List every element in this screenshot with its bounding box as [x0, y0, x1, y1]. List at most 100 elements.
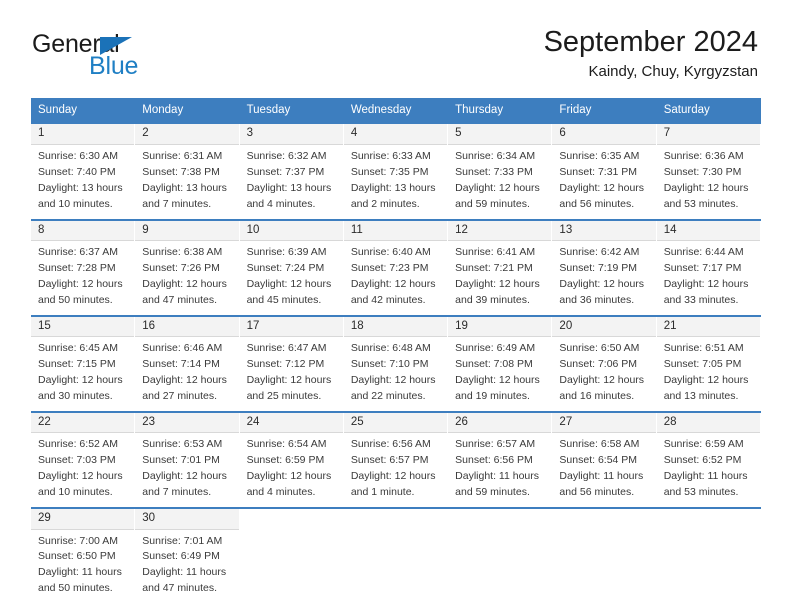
day-cell[interactable]: 2 Sunrise: 6:31 AM Sunset: 7:38 PM Daylight…: [135, 124, 240, 219]
day-details: Sunrise: 6:38 AM Sunset: 7:26 PM Daylight:…: [135, 241, 238, 315]
sunrise-text: Sunrise: 6:46 AM: [142, 342, 223, 355]
day-cell[interactable]: 9 Sunrise: 6:38 AM Sunset: 7:26 PM Daylight…: [135, 220, 240, 315]
day-cell[interactable]: 14 Sunrise: 6:44 AM Sunset: 7:17 PM Dayligh…: [656, 220, 761, 315]
sunset-text: Sunset: 7:26 PM: [142, 261, 220, 274]
weekday-header-wednesday: Wednesday: [350, 104, 412, 116]
sunset-text: Sunset: 6:49 PM: [142, 550, 220, 563]
calendar-grid: Sunday Monday Tuesday Wednesday Thursday…: [31, 98, 761, 604]
day-cell[interactable]: 26 Sunrise: 6:57 AM Sunset: 6:56 PM Dayligh…: [448, 412, 553, 508]
daylight-text: Daylight: 12 hours and 10 minutes.: [38, 470, 123, 499]
sunrise-text: Sunrise: 6:34 AM: [455, 149, 536, 162]
week-row: 15 Sunrise: 6:45 AM Sunset: 7:15 PM Dayligh…: [31, 314, 761, 411]
daylight-text: Daylight: 11 hours and 56 minutes.: [559, 470, 644, 499]
day-cell[interactable]: 17 Sunrise: 6:47 AM Sunset: 7:12 PM Dayligh…: [239, 316, 344, 411]
day-cell[interactable]: 28 Sunrise: 6:59 AM Sunset: 6:52 PM Dayligh…: [656, 412, 761, 508]
sunrise-text: Sunrise: 6:45 AM: [38, 342, 118, 355]
week-row: 29 Sunrise: 7:00 AM Sunset: 6:50 PM Dayligh…: [31, 507, 761, 604]
day-cell-empty: [239, 509, 344, 604]
day-details: Sunrise: 7:01 AM Sunset: 6:49 PM Daylight:…: [135, 530, 238, 604]
day-number: 13: [552, 220, 656, 241]
sunset-text: Sunset: 7:35 PM: [350, 165, 429, 178]
day-number: 28: [656, 412, 760, 434]
day-number: [239, 509, 343, 526]
day-cell[interactable]: 16 Sunrise: 6:46 AM Sunset: 7:14 PM Dayligh…: [135, 316, 240, 411]
day-cell[interactable]: 6 Sunrise: 6:35 AM Sunset: 7:31 PM Daylight…: [552, 124, 657, 219]
week-row: 1 Sunrise: 6:30 AM Sunset: 7:40 PM Daylight…: [31, 122, 761, 219]
day-cell[interactable]: 12 Sunrise: 6:41 AM Sunset: 7:21 PM Dayligh…: [448, 220, 553, 315]
sunset-text: Sunset: 7:28 PM: [38, 261, 116, 274]
day-cell-empty: [343, 509, 449, 604]
daylight-text: Daylight: 12 hours and 42 minutes.: [350, 277, 436, 306]
sunset-text: Sunset: 7:10 PM: [350, 358, 429, 371]
day-number: 26: [448, 412, 552, 434]
day-cell[interactable]: 18 Sunrise: 6:48 AM Sunset: 7:10 PM Dayligh…: [343, 316, 449, 411]
sunrise-text: Sunrise: 6:37 AM: [38, 245, 118, 258]
daylight-text: Daylight: 11 hours and 53 minutes.: [663, 470, 748, 499]
sunrise-text: Sunrise: 6:51 AM: [663, 342, 744, 355]
day-number: [552, 509, 656, 526]
daylight-text: Daylight: 13 hours and 7 minutes.: [142, 181, 227, 210]
sunrise-text: Sunrise: 6:53 AM: [142, 438, 223, 451]
day-details: Sunrise: 6:48 AM Sunset: 7:10 PM Daylight:…: [344, 337, 447, 411]
day-cell[interactable]: 23 Sunrise: 6:53 AM Sunset: 7:01 PM Dayligh…: [135, 412, 240, 508]
general-blue-logo[interactable]: General Blue: [32, 26, 222, 82]
daylight-text: Daylight: 12 hours and 1 minute.: [350, 470, 436, 499]
sunrise-text: Sunrise: 6:35 AM: [559, 149, 640, 162]
day-number: [448, 509, 552, 526]
day-cell[interactable]: 3 Sunrise: 6:32 AM Sunset: 7:37 PM Daylight…: [239, 124, 344, 219]
sunrise-text: Sunrise: 6:49 AM: [455, 342, 536, 355]
sunrise-text: Sunrise: 6:31 AM: [142, 149, 223, 162]
sunrise-text: Sunrise: 6:52 AM: [38, 438, 118, 451]
day-cell[interactable]: 22 Sunrise: 6:52 AM Sunset: 7:03 PM Dayligh…: [31, 412, 136, 508]
sunrise-text: Sunrise: 7:01 AM: [142, 534, 223, 547]
day-cell[interactable]: 30 Sunrise: 7:01 AM Sunset: 6:49 PM Dayligh…: [135, 509, 240, 604]
sunset-text: Sunset: 6:52 PM: [663, 454, 742, 467]
day-cell[interactable]: 24 Sunrise: 6:54 AM Sunset: 6:59 PM Dayligh…: [239, 412, 344, 508]
day-cell[interactable]: 20 Sunrise: 6:50 AM Sunset: 7:06 PM Dayligh…: [552, 316, 657, 411]
day-number: 8: [31, 220, 135, 241]
day-cell[interactable]: 15 Sunrise: 6:45 AM Sunset: 7:15 PM Dayligh…: [31, 316, 136, 411]
sunrise-text: Sunrise: 6:59 AM: [663, 438, 744, 451]
sunrise-text: Sunrise: 6:40 AM: [350, 245, 431, 258]
day-details: [552, 525, 655, 535]
day-number: [656, 509, 760, 526]
day-number: 7: [656, 124, 760, 145]
day-number: 5: [448, 124, 552, 145]
sunset-text: Sunset: 7:23 PM: [350, 261, 429, 274]
day-cell[interactable]: 21 Sunrise: 6:51 AM Sunset: 7:05 PM Dayligh…: [656, 316, 761, 411]
day-cell[interactable]: 19 Sunrise: 6:49 AM Sunset: 7:08 PM Dayligh…: [448, 316, 553, 411]
sunset-text: Sunset: 7:08 PM: [455, 358, 533, 371]
day-cell[interactable]: 11 Sunrise: 6:40 AM Sunset: 7:23 PM Dayligh…: [343, 220, 449, 315]
sunset-text: Sunset: 6:56 PM: [455, 454, 533, 467]
daylight-text: Daylight: 13 hours and 2 minutes.: [350, 181, 436, 210]
day-cell[interactable]: 27 Sunrise: 6:58 AM Sunset: 6:54 PM Dayligh…: [552, 412, 657, 508]
day-details: [344, 525, 447, 535]
day-cell[interactable]: 13 Sunrise: 6:42 AM Sunset: 7:19 PM Dayligh…: [552, 220, 657, 315]
sunset-text: Sunset: 7:33 PM: [455, 165, 533, 178]
day-cell[interactable]: 10 Sunrise: 6:39 AM Sunset: 7:24 PM Dayligh…: [239, 220, 344, 315]
day-details: Sunrise: 6:37 AM Sunset: 7:28 PM Daylight:…: [31, 241, 134, 315]
day-cell[interactable]: 1 Sunrise: 6:30 AM Sunset: 7:40 PM Daylight…: [31, 124, 136, 219]
sunrise-text: Sunrise: 6:41 AM: [455, 245, 536, 258]
sunset-text: Sunset: 7:38 PM: [142, 165, 220, 178]
day-details: Sunrise: 6:35 AM Sunset: 7:31 PM Daylight:…: [552, 145, 655, 219]
day-number: 14: [656, 220, 760, 241]
day-details: Sunrise: 6:53 AM Sunset: 7:01 PM Daylight:…: [135, 433, 238, 507]
day-cell[interactable]: 25 Sunrise: 6:56 AM Sunset: 6:57 PM Dayligh…: [343, 412, 449, 508]
day-cell[interactable]: 5 Sunrise: 6:34 AM Sunset: 7:33 PM Daylight…: [448, 124, 553, 219]
sunrise-text: Sunrise: 6:42 AM: [559, 245, 640, 258]
day-cell[interactable]: 7 Sunrise: 6:36 AM Sunset: 7:30 PM Daylight…: [656, 124, 761, 219]
daylight-text: Daylight: 12 hours and 25 minutes.: [246, 374, 332, 402]
daylight-text: Daylight: 12 hours and 7 minutes.: [142, 470, 227, 499]
daylight-text: Daylight: 11 hours and 59 minutes.: [455, 470, 539, 499]
day-details: Sunrise: 6:40 AM Sunset: 7:23 PM Daylight:…: [344, 241, 447, 315]
sunrise-text: Sunrise: 6:39 AM: [246, 245, 327, 258]
daylight-text: Daylight: 12 hours and 27 minutes.: [142, 374, 227, 402]
day-details: Sunrise: 6:42 AM Sunset: 7:19 PM Daylight:…: [552, 241, 655, 315]
week-row: 22 Sunrise: 6:52 AM Sunset: 7:03 PM Dayligh…: [31, 410, 761, 508]
day-cell[interactable]: 29 Sunrise: 7:00 AM Sunset: 6:50 PM Dayligh…: [31, 509, 136, 604]
sunrise-text: Sunrise: 6:58 AM: [559, 438, 640, 451]
day-cell[interactable]: 8 Sunrise: 6:37 AM Sunset: 7:28 PM Daylight…: [31, 220, 136, 315]
day-cell[interactable]: 4 Sunrise: 6:33 AM Sunset: 7:35 PM Daylight…: [343, 124, 449, 219]
day-number: 17: [239, 316, 343, 338]
